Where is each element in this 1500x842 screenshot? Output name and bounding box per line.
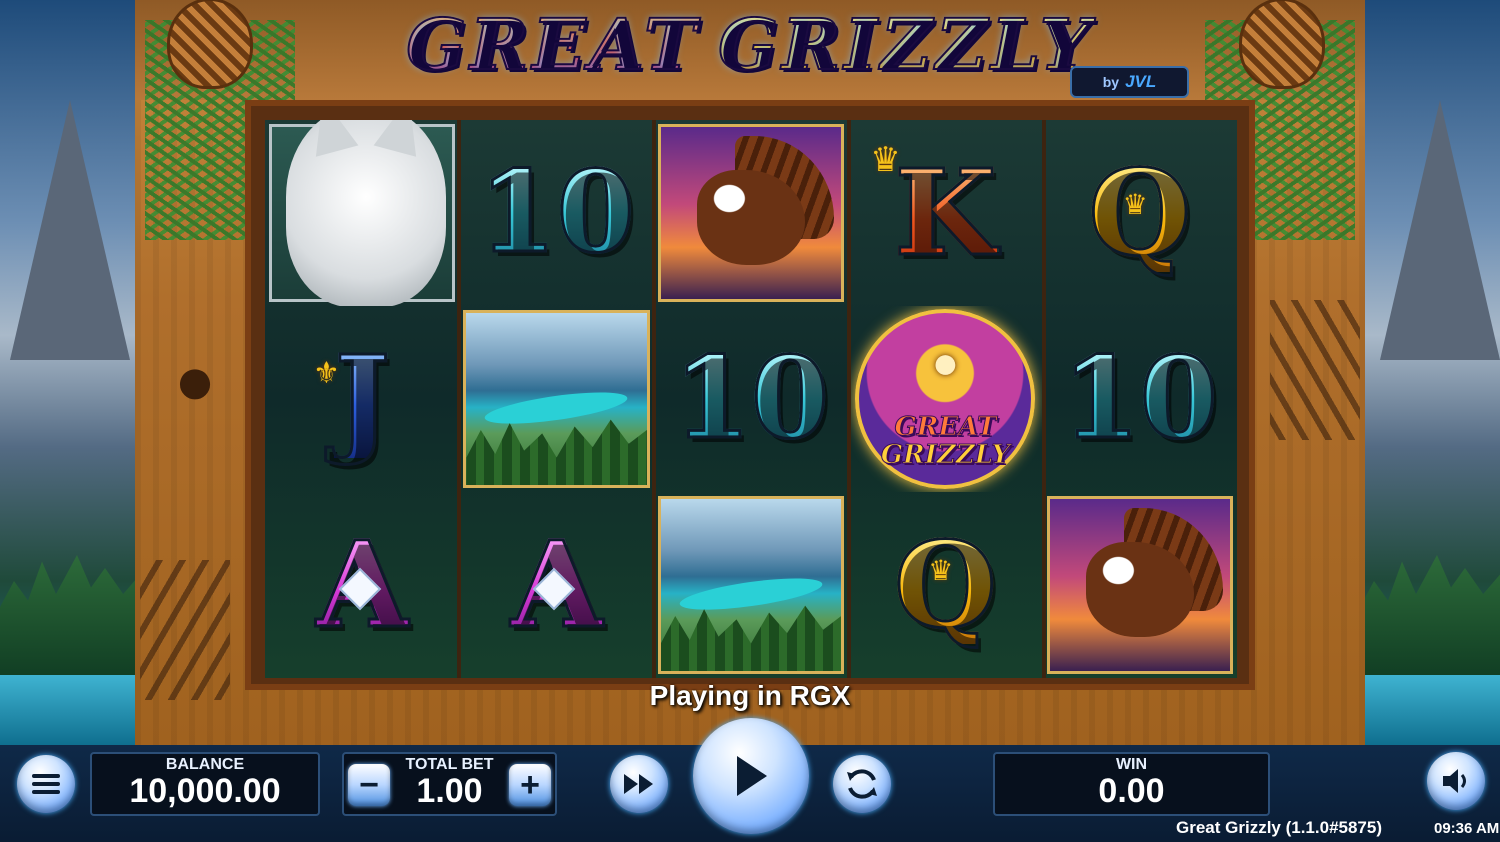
scatter-label-grizzly: GRIZZLY — [880, 439, 1010, 470]
byline-by: by — [1102, 74, 1120, 90]
crown-icon: ♛ — [870, 141, 901, 179]
claw-marks-left — [140, 560, 230, 700]
reel-area: 10 ♛ K Q ♛ J ⚜ 10 ● GREAT GRIZZLY 10 Q ♛ — [245, 100, 1255, 690]
turbo-button[interactable] — [610, 755, 668, 813]
symbol-10-text: 10 — [477, 147, 636, 278]
status-message: Playing in RGX — [649, 680, 851, 711]
symbol-q: Q ♛ — [1043, 120, 1237, 306]
refresh-icon — [847, 769, 877, 799]
logo-word-great: GREAT — [405, 2, 701, 87]
symbol-wolf — [265, 120, 459, 306]
symbol-k: ♛ K — [848, 120, 1042, 306]
pinecone-left-icon — [167, 0, 253, 89]
bear-paw-icon: ● — [931, 336, 960, 388]
symbol-eagle — [1043, 492, 1237, 678]
bear-paw-icon: ● — [173, 341, 217, 419]
logo-word-grizzly: GRIZZLY — [717, 2, 1094, 87]
symbol-k-text: K — [893, 143, 999, 282]
provider-brand: JVL — [1125, 72, 1157, 91]
right-mountain-scenery — [1360, 0, 1500, 745]
decrease-bet-button[interactable]: − — [348, 764, 390, 806]
hamburger-icon — [32, 774, 60, 794]
autoplay-button[interactable] — [833, 755, 891, 813]
pinecone-right-icon — [1239, 0, 1325, 89]
game-logo: GREAT GRIZZLY — [310, 2, 1190, 87]
win-value: 0.00 — [1098, 772, 1165, 810]
game-version-text: Great Grizzly (1.1.0#5875) — [1176, 818, 1383, 837]
symbol-10: 10 — [1043, 306, 1237, 492]
sound-button[interactable] — [1427, 752, 1485, 810]
menu-button[interactable] — [17, 755, 75, 813]
reel-grid: 10 ♛ K Q ♛ J ⚜ 10 ● GREAT GRIZZLY 10 Q ♛ — [265, 120, 1237, 678]
balance-panel: BALANCE 10,000.00 — [90, 752, 320, 816]
fleur-de-lis-icon: ⚜ — [313, 357, 340, 390]
symbol-lake — [459, 306, 653, 492]
symbol-eagle — [654, 120, 848, 306]
symbol-j-text: J — [333, 329, 392, 468]
wolf-icon — [286, 120, 446, 306]
symbol-j: J ⚜ — [265, 306, 459, 492]
crown-icon: ♛ — [1122, 189, 1148, 220]
balance-value: 10,000.00 — [129, 772, 281, 810]
symbol-lake — [654, 492, 848, 678]
symbol-10-text: 10 — [1060, 333, 1219, 464]
clock-text: 09:36 AM — [1434, 820, 1500, 837]
symbol-10: 10 — [654, 306, 848, 492]
scatter-label-great: GREAT — [894, 412, 997, 443]
provider-badge: by JVL — [1070, 66, 1189, 98]
great-grizzly-scatter-badge: ● GREAT GRIZZLY — [855, 309, 1036, 489]
crown-icon: ♛ — [928, 555, 954, 586]
speaker-icon — [1443, 769, 1466, 793]
symbol-a: A — [459, 492, 653, 678]
symbol-10-text: 10 — [672, 333, 831, 464]
increase-bet-button[interactable]: + — [509, 764, 551, 806]
claw-marks-right — [1270, 300, 1360, 440]
symbol-10: 10 — [459, 120, 653, 306]
symbol-a: A — [265, 492, 459, 678]
play-icon — [737, 756, 767, 796]
win-panel: WIN 0.00 — [993, 752, 1270, 816]
symbol-scatter: ● GREAT GRIZZLY — [848, 306, 1042, 492]
symbol-q: Q ♛ — [848, 492, 1042, 678]
spin-button[interactable] — [693, 718, 809, 834]
fast-forward-icon — [624, 774, 653, 794]
left-mountain-scenery — [0, 0, 140, 745]
